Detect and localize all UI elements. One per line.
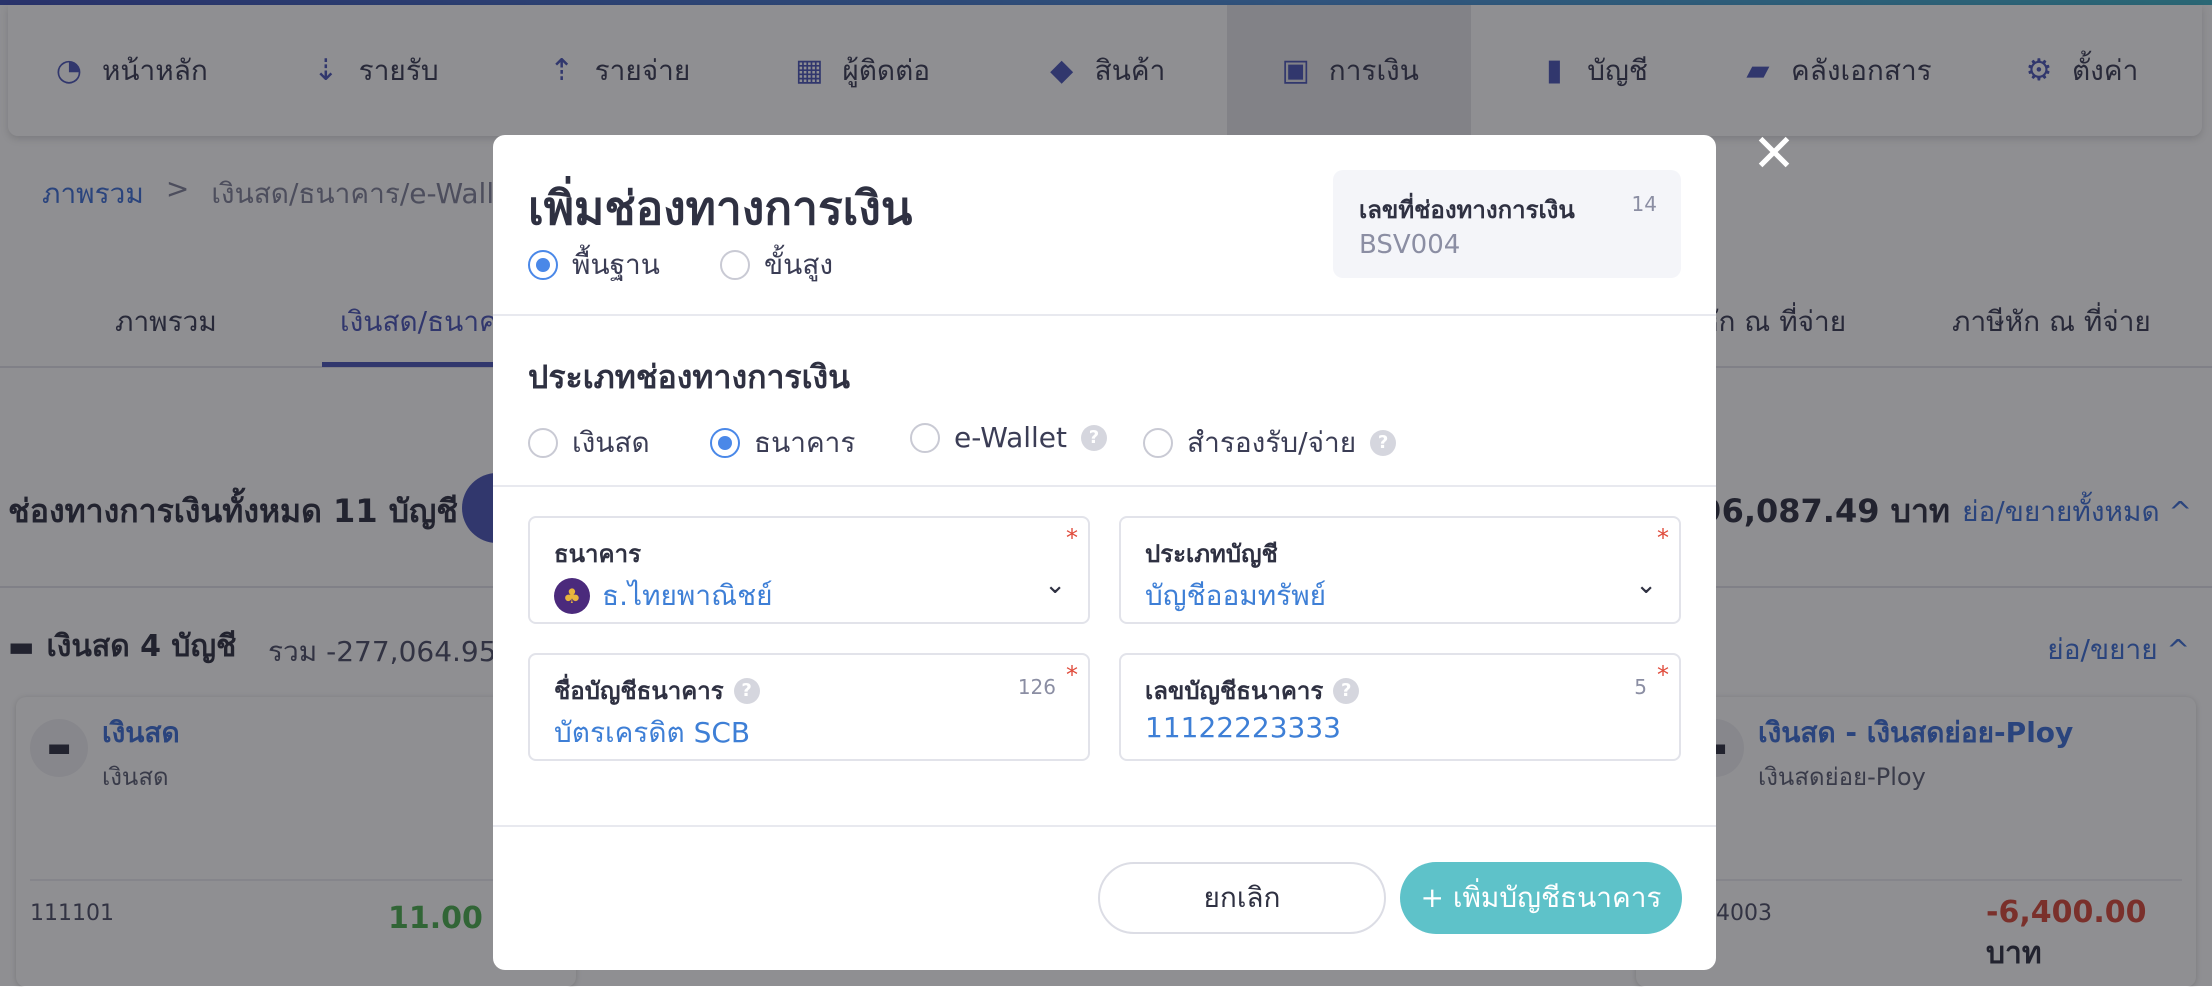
- type-bank-label: ธนาคาร: [754, 426, 856, 459]
- document-number-label: เลขที่ช่องทางการเงิน: [1359, 196, 1575, 224]
- document-number-count: 14: [1631, 192, 1657, 216]
- document-number-value[interactable]: BSV004: [1359, 230, 1460, 260]
- char-count: 126: [1017, 675, 1056, 699]
- account-number-value[interactable]: 11122223333: [1145, 711, 1341, 744]
- required-mark: *: [1066, 524, 1078, 552]
- type-cash-label: เงินสด: [572, 426, 650, 459]
- account-number-label-text: เลขบัญชีธนาคาร: [1145, 677, 1324, 705]
- scb-bank-logo-icon: ♣: [554, 578, 590, 614]
- char-count: 5: [1634, 675, 1647, 699]
- bank-label: ธนาคาร: [554, 534, 641, 573]
- required-mark: *: [1657, 661, 1669, 689]
- radio-unselected-icon[interactable]: [910, 422, 940, 453]
- type-reserve-label: สำรองรับ/จ่าย: [1187, 426, 1357, 459]
- account-type-select[interactable]: ประเภทบัญชี * บัญชีออมทรัพย์ ⌄: [1119, 516, 1681, 624]
- help-icon[interactable]: ?: [1370, 430, 1397, 456]
- add-bank-account-button[interactable]: + เพิ่มบัญชีธนาคาร: [1400, 862, 1682, 934]
- account-name-value[interactable]: บัตรเครดิต SCB: [554, 711, 750, 755]
- account-type-label-text: ประเภทบัญชี: [1145, 540, 1278, 568]
- mode-basic-option[interactable]: พื้นฐาน: [528, 243, 660, 287]
- type-ewallet-label: e-Wallet: [954, 421, 1068, 454]
- divider: [493, 825, 1716, 827]
- radio-selected-icon[interactable]: [528, 250, 558, 280]
- cancel-button[interactable]: ยกเลิก: [1098, 862, 1386, 934]
- type-bank-option[interactable]: ธนาคาร: [710, 421, 855, 465]
- add-channel-modal: เพิ่มช่องทางการเงิน พื้นฐาน ขั้นสูง เลขท…: [493, 135, 1716, 970]
- account-name-label-text: ชื่อบัญชีธนาคาร: [554, 677, 724, 705]
- help-icon[interactable]: ?: [733, 677, 760, 704]
- chevron-down-icon[interactable]: ⌄: [1044, 570, 1066, 600]
- radio-unselected-icon[interactable]: [528, 428, 558, 458]
- document-number-box: เลขที่ช่องทางการเงิน 14 BSV004: [1333, 170, 1681, 278]
- chevron-down-icon[interactable]: ⌄: [1635, 570, 1657, 600]
- account-type-value: บัญชีออมทรัพย์: [1145, 579, 1327, 612]
- account-type-label: ประเภทบัญชี: [1145, 534, 1278, 573]
- help-icon[interactable]: ?: [1333, 677, 1360, 704]
- account-name-label: ชื่อบัญชีธนาคาร?: [554, 671, 760, 710]
- divider: [493, 485, 1716, 487]
- account-number-label: เลขบัญชีธนาคาร?: [1145, 671, 1360, 710]
- radio-selected-icon[interactable]: [710, 428, 740, 458]
- bank-label-text: ธนาคาร: [554, 540, 641, 568]
- account-number-input[interactable]: เลขบัญชีธนาคาร? 5 * 11122223333: [1119, 653, 1681, 761]
- divider: [493, 314, 1716, 316]
- close-icon[interactable]: ✕: [1752, 128, 1796, 180]
- account-name-input[interactable]: ชื่อบัญชีธนาคาร? 126 * บัตรเครดิต SCB: [528, 653, 1090, 761]
- required-mark: *: [1066, 661, 1078, 689]
- type-cash-option[interactable]: เงินสด: [528, 421, 650, 465]
- radio-unselected-icon[interactable]: [720, 250, 750, 280]
- mode-basic-label: พื้นฐาน: [572, 248, 660, 281]
- bank-value-text: ธ.ไทยพาณิชย์: [602, 579, 773, 612]
- type-reserve-option[interactable]: สำรองรับ/จ่าย ?: [1143, 421, 1397, 465]
- modal-title: เพิ่มช่องทางการเงิน: [528, 181, 913, 235]
- type-ewallet-option[interactable]: e-Wallet ?: [910, 421, 1108, 454]
- mode-advanced-option[interactable]: ขั้นสูง: [720, 243, 833, 287]
- help-icon[interactable]: ?: [1081, 424, 1108, 451]
- channel-type-heading: ประเภทช่องทางการเงิน: [528, 358, 851, 396]
- bank-value: ♣ ธ.ไทยพาณิชย์: [554, 574, 773, 618]
- bank-select[interactable]: ธนาคาร * ♣ ธ.ไทยพาณิชย์ ⌄: [528, 516, 1090, 624]
- mode-advanced-label: ขั้นสูง: [764, 248, 834, 281]
- radio-unselected-icon[interactable]: [1143, 428, 1173, 458]
- required-mark: *: [1657, 524, 1669, 552]
